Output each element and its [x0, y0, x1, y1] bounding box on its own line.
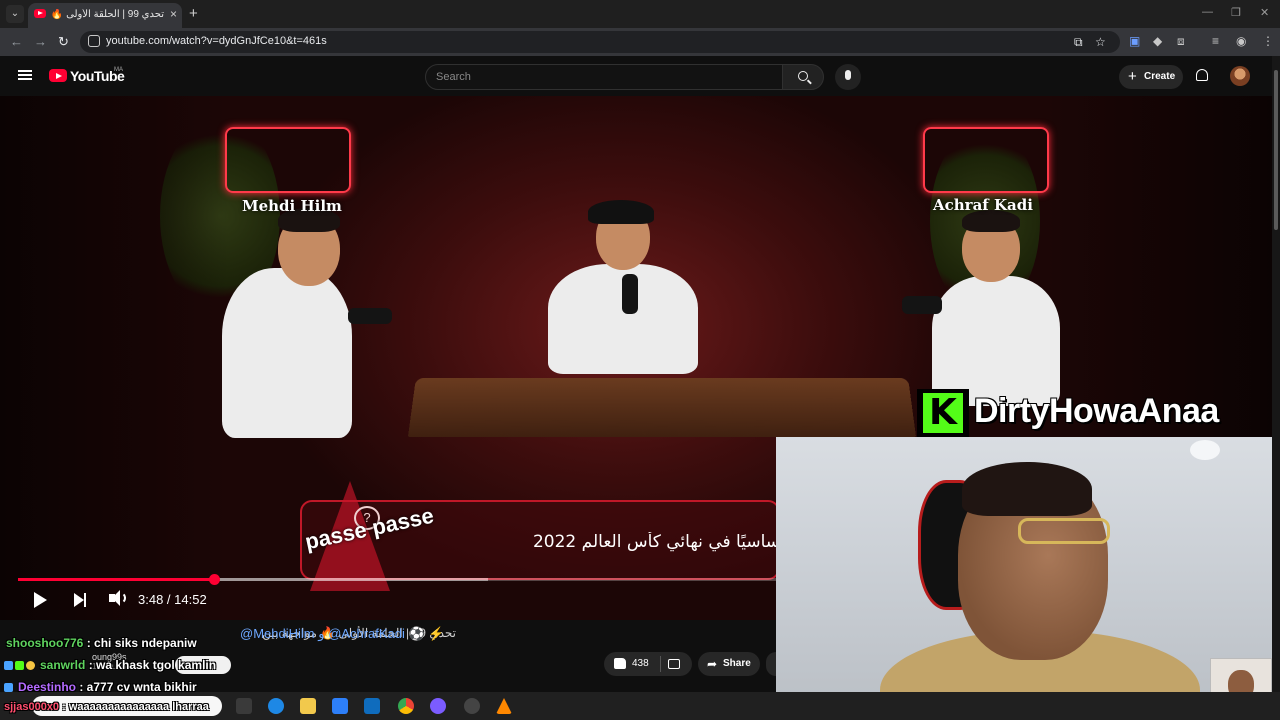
youtube-favicon-icon [34, 9, 46, 18]
next-video-icon[interactable] [74, 593, 86, 607]
tab-search-icon[interactable]: ⌄ [6, 5, 24, 23]
streamer-hair [962, 462, 1092, 516]
search-button[interactable] [782, 64, 824, 90]
browser-tab-bar: ⌄ تحدي 99 | الحلقة الأولى 🔥 مواجهة × + —… [0, 0, 1280, 28]
chrome-icon[interactable] [398, 698, 414, 714]
hamburger-menu-icon[interactable] [18, 70, 32, 80]
like-icon[interactable] [614, 658, 626, 669]
progress-played [18, 578, 215, 581]
video-title-mentions[interactable]: @MehdiHilm و @AchrafKadi ⚽ ⚡ [240, 626, 445, 642]
store-icon[interactable] [332, 698, 348, 714]
obs-icon[interactable] [464, 698, 480, 714]
new-tab-button[interactable]: + [189, 5, 198, 22]
site-info-icon[interactable] [88, 35, 100, 47]
chat-text: : wa khask tgol kamlin [85, 658, 217, 672]
center-microphone [622, 274, 638, 314]
browser-tab-youtube[interactable]: تحدي 99 | الحلقة الأولى 🔥 مواجهة × [28, 3, 182, 28]
screen: ⌄ تحدي 99 | الحلقة الأولى 🔥 مواجهة × + —… [0, 0, 1280, 720]
share-icon: ➦ [707, 657, 718, 671]
search-icon [798, 71, 808, 81]
like-dislike-pill: 438 [604, 652, 692, 676]
name-label-left: Mehdi Hilm [242, 197, 342, 215]
microphone-icon [845, 70, 851, 80]
edge-icon[interactable] [268, 698, 284, 714]
time-display: 3:48 / 14:52 [138, 592, 207, 607]
volume-icon[interactable] [109, 590, 120, 606]
chat-text: : waaaaaaaaaaaaaaa lharraa [59, 701, 209, 713]
chat-message: sjjas000x0 : waaaaaaaaaaaaaaa lharraa [4, 701, 209, 713]
name-label-right: Achraf Kadi [933, 196, 1033, 214]
progress-bar[interactable] [18, 574, 776, 585]
streamer-name: DirtyHowaAnaa [974, 392, 1219, 430]
file-explorer-icon[interactable] [300, 698, 316, 714]
browser-toolbar: ← → ↻ youtube.com/watch?v=dydGnJfCe10&t=… [0, 28, 1280, 56]
mentions-emoji: ⚽ ⚡ [408, 626, 445, 641]
install-app-icon[interactable]: ⧉ [1074, 35, 1083, 50]
search-input[interactable]: Search [425, 64, 783, 90]
voice-search-button[interactable] [835, 64, 861, 90]
create-label: Create [1144, 71, 1176, 82]
address-bar[interactable]: youtube.com/watch?v=dydGnJfCe10&t=461s ⧉… [80, 31, 1120, 53]
minimize-icon[interactable]: — [1202, 6, 1213, 18]
more-actions-button[interactable] [766, 652, 776, 676]
right-microphone [902, 296, 942, 314]
outlook-icon[interactable] [364, 698, 380, 714]
extension-diamond-icon[interactable]: ◆ [1153, 34, 1162, 48]
chat-badges [4, 658, 37, 672]
like-count[interactable]: 438 [632, 658, 649, 669]
chat-message: shooshoo776 : chi siks ndepaniw [6, 636, 197, 650]
extensions-puzzle-icon[interactable]: ⧈ [1177, 34, 1185, 49]
search-placeholder: Search [436, 71, 471, 83]
badge-icon [4, 661, 13, 670]
close-window-icon[interactable]: ✕ [1260, 6, 1269, 19]
region-code: MA [114, 67, 123, 73]
scrollbar-thumb[interactable] [1274, 70, 1278, 230]
forward-icon[interactable]: → [34, 34, 47, 49]
discord-icon[interactable] [430, 698, 446, 714]
wooden-table [407, 377, 917, 437]
ceiling-light [1190, 440, 1220, 460]
youtube-header: YouTube MA Search + Create [0, 56, 1280, 96]
name-frame-right [923, 127, 1049, 193]
dislike-icon[interactable] [668, 659, 680, 669]
plus-icon: + [1128, 68, 1137, 85]
badge-icon [15, 661, 24, 670]
notifications-bell-icon[interactable] [1196, 69, 1208, 81]
chat-username: sanwrld [40, 658, 86, 672]
media-controls-icon[interactable]: ≡ [1212, 34, 1219, 48]
task-view-icon[interactable] [236, 698, 252, 714]
kick-logo-icon: K [923, 393, 963, 433]
share-label: Share [723, 658, 751, 669]
name-frame-left [225, 127, 351, 193]
reload-icon[interactable]: ↻ [58, 34, 69, 50]
browser-menu-icon[interactable]: ⋮ [1262, 34, 1274, 48]
restore-icon[interactable]: ❐ [1231, 6, 1241, 19]
play-icon[interactable] [34, 592, 47, 608]
chat-text: : chi siks ndepaniw [83, 636, 197, 650]
tab-close-icon[interactable]: × [170, 7, 177, 21]
badge-icon [26, 661, 35, 670]
url-text: youtube.com/watch?v=dydGnJfCe10&t=461s [106, 35, 327, 47]
video-caption: ساسيًا في نهائي كأس العالم 2022 [532, 532, 780, 552]
bookmark-star-icon[interactable]: ☆ [1095, 35, 1106, 49]
share-button[interactable]: ➦ Share [698, 652, 760, 676]
tab-title: تحدي 99 | الحلقة الأولى 🔥 مواجهة [50, 9, 164, 20]
account-avatar[interactable] [1230, 66, 1250, 86]
chat-username: shooshoo776 [6, 636, 84, 650]
youtube-logo-icon[interactable] [49, 69, 67, 82]
streamer-glasses [1018, 518, 1110, 544]
chat-message: sanwrld : wa khask tgol kamlin [4, 658, 216, 672]
mentions-text[interactable]: @MehdiHilm و @AchrafKadi [240, 626, 405, 641]
translate-extension-icon[interactable]: ▣ [1129, 34, 1140, 48]
profile-icon[interactable]: ◉ [1236, 34, 1246, 48]
badge-icon [4, 683, 13, 692]
chat-username: sjjas000x0 [4, 701, 60, 713]
vlc-icon[interactable] [496, 698, 512, 714]
kick-logo: K [917, 389, 969, 437]
create-button[interactable]: + Create [1119, 65, 1183, 89]
back-icon[interactable]: ← [10, 34, 23, 49]
left-microphone [348, 308, 392, 324]
like-divider [660, 656, 661, 672]
